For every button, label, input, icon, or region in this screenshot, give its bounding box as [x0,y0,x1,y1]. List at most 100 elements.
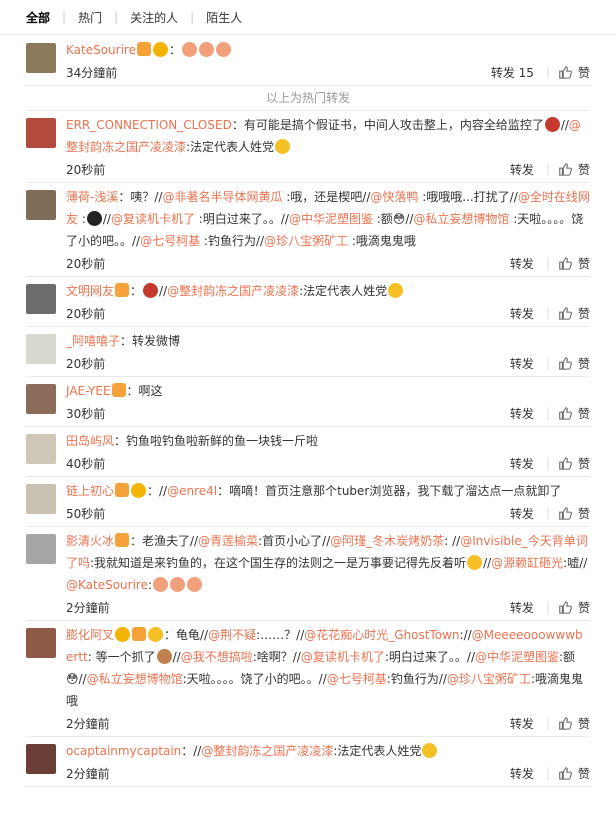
repost-button[interactable]: 转发 [510,455,534,472]
timestamp[interactable]: 2分鐘前 [66,765,110,782]
repost-button[interactable]: 转发 [510,505,534,522]
like-button[interactable]: 赞 [558,715,590,732]
user-name-link[interactable]: 田岛屿风 [66,434,114,448]
user-name-link[interactable]: ERR_CONNECTION_CLOSED [66,118,232,132]
repost-button[interactable]: 转发 [510,765,534,782]
mention-link[interactable]: @私立妄想博物馆 [87,672,183,686]
avatar[interactable] [26,384,56,414]
timestamp[interactable]: 30秒前 [66,405,105,422]
member-badge-icon [115,533,130,547]
timestamp[interactable]: 50秒前 [66,505,105,522]
timestamp[interactable]: 34分鐘前 [66,64,117,81]
timestamp[interactable]: 2分鐘前 [66,715,110,732]
user-name-link[interactable]: JAE-YEE [66,384,111,398]
repost-button[interactable]: 转发 [510,355,534,372]
like-button[interactable]: 赞 [558,355,590,372]
mention-link[interactable]: @阿瑾_冬木炭烤奶茶 [330,534,444,548]
mention-link[interactable]: @我不想搞啦 [181,650,253,664]
mention-link[interactable]: @荆不疑 [208,628,256,642]
tab-following[interactable]: 关注的人 [130,9,178,26]
like-button[interactable]: 赞 [558,455,590,472]
mention-link[interactable]: @整封韵冻之国产凌凌漆 [167,284,299,298]
repost-meta: 20秒前 转发 | 赞 [66,252,590,274]
user-name-link[interactable]: KateSourire [66,43,136,57]
repost-button[interactable]: 转发 [510,161,534,178]
repost-content: 薄荷-浅溪：咦？//@非著名半导体网黄瓜 :哦，还是楔吧//@快落鸭 :哦哦哦.… [66,186,590,274]
emoji-icon [153,577,169,592]
mention-link[interactable]: @非著名半导体网黄瓜 [162,190,282,204]
repost-button[interactable]: 转发 15 [491,64,534,81]
mention-link[interactable]: @珍八宝粥矿工 [447,672,531,686]
repost-meta: 34分鐘前 转发 15 | 赞 [66,61,590,83]
timestamp[interactable]: 40秒前 [66,455,105,472]
timestamp[interactable]: 20秒前 [66,355,105,372]
avatar[interactable] [26,43,56,73]
thumb-up-icon [559,257,572,270]
mention-link[interactable]: @七号柯基 [140,234,200,248]
repost-text-fragment: ： [168,43,181,57]
tab-separator: | [62,10,67,24]
like-button[interactable]: 赞 [558,161,590,178]
like-button[interactable]: 赞 [558,305,590,322]
mention-link[interactable]: @复读机卡机了 [111,212,195,226]
avatar[interactable] [26,484,56,514]
repost-button[interactable]: 转发 [510,255,534,272]
like-button[interactable]: 赞 [558,765,590,782]
emoji-icon [143,283,159,298]
mention-link[interactable]: @青莲榆菜 [198,534,258,548]
repost-item: ocaptainmycaptain：//@整封韵冻之国产凌凌漆:法定代表人姓党 2… [26,737,590,787]
mention-link[interactable]: @整封韵冻之国产凌凌漆 [201,744,333,758]
mention-link[interactable]: @花花痴心时光_GhostTown [304,628,459,642]
like-button[interactable]: 赞 [558,505,590,522]
like-button[interactable]: 赞 [558,255,590,272]
repost-text-fragment: :法定代表人姓党 [186,140,275,154]
avatar[interactable] [26,434,56,464]
mention-link[interactable]: @中华泥塑图鉴 [289,212,373,226]
emoji-icon [422,743,438,758]
like-button[interactable]: 赞 [558,64,590,81]
timestamp[interactable]: 20秒前 [66,305,105,322]
user-name-link[interactable]: 链上初心 [66,484,114,498]
mention-link[interactable]: @KateSourire [66,578,148,592]
like-button[interactable]: 赞 [558,599,590,616]
avatar[interactable] [26,118,56,148]
repost-item: 文明网友 ： //@整封韵冻之国产凌凌漆:法定代表人姓党 20秒前 转发 | 赞 [26,277,590,327]
user-name-link[interactable]: 文明网友 [66,284,114,298]
tab-all[interactable]: 全部 [26,9,50,26]
repost-text-fragment: :哦滴鬼鬼哦 [348,234,416,248]
user-name-link[interactable]: 影清火冰 [66,534,114,548]
like-label: 赞 [577,162,590,177]
mention-link[interactable]: @私立妄想博物馆 [413,212,509,226]
mention-link[interactable]: @七号柯基 [327,672,387,686]
tab-strangers[interactable]: 陌生人 [206,9,242,26]
avatar[interactable] [26,284,56,314]
avatar[interactable] [26,628,56,658]
mention-link[interactable]: @快落鸭 [370,190,418,204]
user-name-link[interactable]: 薄荷-浅溪 [66,190,118,204]
repost-button[interactable]: 转发 [510,405,534,422]
user-name-link[interactable]: ocaptainmycaptain [66,744,181,758]
tab-hot[interactable]: 热门 [78,9,102,26]
repost-button[interactable]: 转发 [510,305,534,322]
timestamp[interactable]: 20秒前 [66,161,105,178]
mention-link[interactable]: @enre4l [167,484,217,498]
mention-link[interactable]: @复读机卡机了 [301,650,385,664]
avatar[interactable] [26,534,56,564]
user-name-link[interactable]: 膨化阿叉 [66,628,114,642]
avatar[interactable] [26,190,56,220]
repost-button[interactable]: 转发 [510,599,534,616]
repost-text-fragment: // [172,650,181,664]
like-button[interactable]: 赞 [558,405,590,422]
mention-link[interactable]: @珍八宝粥矿工 [264,234,348,248]
repost-text-fragment: :// [459,628,472,642]
timestamp[interactable]: 20秒前 [66,255,105,272]
mention-link[interactable]: @源赖缸砸光 [491,556,563,570]
emoji-icon [388,283,404,298]
avatar[interactable] [26,744,56,774]
timestamp[interactable]: 2分鐘前 [66,599,110,616]
mention-link[interactable]: @中华泥塑图鉴 [475,650,559,664]
user-name-link[interactable]: _阿嘻嘻子 [66,334,120,348]
repost-button[interactable]: 转发 [510,715,534,732]
repost-meta: 2分鐘前 转发 | 赞 [66,712,590,734]
avatar[interactable] [26,334,56,364]
